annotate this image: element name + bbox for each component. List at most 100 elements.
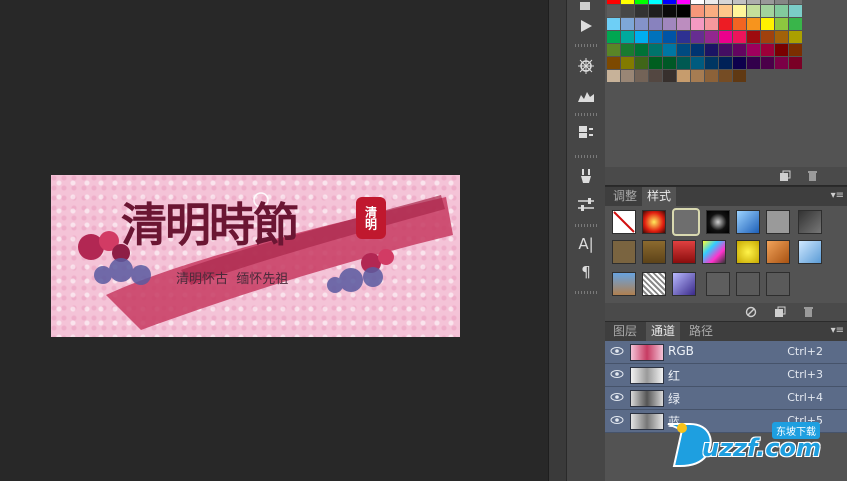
swatch-cell[interactable] — [789, 57, 802, 69]
tab-styles[interactable]: 样式 — [642, 187, 677, 206]
style-tile-selected[interactable] — [672, 208, 700, 236]
swatch-cell[interactable] — [635, 0, 648, 4]
swatch-cell[interactable] — [677, 70, 690, 82]
style-tile-pattern[interactable] — [642, 272, 666, 296]
swatch-cell[interactable] — [705, 18, 718, 30]
swatch-cell[interactable] — [705, 44, 718, 56]
histogram-icon[interactable] — [571, 84, 601, 108]
swatch-cell[interactable] — [747, 0, 760, 4]
trash-icon[interactable] — [801, 305, 815, 319]
adjust-sliders-icon[interactable] — [571, 193, 601, 217]
swatch-cell[interactable] — [677, 5, 690, 17]
swatch-cell[interactable] — [719, 5, 732, 17]
style-tile-orange[interactable] — [766, 240, 790, 264]
swatch-cell[interactable] — [635, 31, 648, 43]
swatch-cell[interactable] — [747, 18, 760, 30]
swatch-cell[interactable] — [607, 0, 620, 4]
swatch-cell[interactable] — [747, 57, 760, 69]
swatch-cell[interactable] — [607, 31, 620, 43]
swatch-cell[interactable] — [663, 5, 676, 17]
swatch-cell[interactable] — [775, 18, 788, 30]
swatch-cell[interactable] — [649, 5, 662, 17]
swatch-cell[interactable] — [761, 44, 774, 56]
swatch-cell[interactable] — [649, 18, 662, 30]
swatch-cell[interactable] — [621, 57, 634, 69]
swatch-cell[interactable] — [719, 70, 732, 82]
compass-icon[interactable] — [571, 54, 601, 78]
swatch-cell[interactable] — [705, 70, 718, 82]
canvas-area[interactable]: 清明時節 清明 清明怀古 缅怀先祖 — [0, 0, 548, 481]
style-tile-landscape[interactable] — [612, 272, 636, 296]
swatch-cell[interactable] — [649, 70, 662, 82]
swatch-cell[interactable] — [691, 18, 704, 30]
swatch-cell[interactable] — [733, 70, 746, 82]
swatch-cell[interactable] — [775, 57, 788, 69]
tab-layers[interactable]: 图层 — [608, 322, 642, 341]
eye-icon[interactable] — [610, 346, 624, 358]
eye-icon[interactable] — [610, 392, 624, 404]
swatch-cell[interactable] — [663, 57, 676, 69]
eye-icon[interactable] — [610, 415, 624, 427]
swatch-cell[interactable] — [635, 70, 648, 82]
style-tile-wood[interactable] — [642, 240, 666, 264]
swatch-cell[interactable] — [705, 31, 718, 43]
channel-row-green[interactable]: 绿 Ctrl+4 — [605, 387, 847, 410]
swatch-cell[interactable] — [649, 57, 662, 69]
swatch-cell[interactable] — [677, 18, 690, 30]
panel-menu-icon[interactable]: ▾≡ — [831, 325, 844, 336]
swatch-cell[interactable] — [705, 5, 718, 17]
swatch-cell[interactable] — [663, 18, 676, 30]
swatch-cell[interactable] — [621, 0, 634, 4]
style-tile-purple[interactable] — [672, 272, 696, 296]
swatch-cell[interactable] — [789, 5, 802, 17]
style-tile-empty-2[interactable] — [736, 272, 760, 296]
style-tile-gray[interactable] — [766, 210, 790, 234]
tab-channels[interactable]: 通道 — [646, 322, 681, 341]
swatch-cell[interactable] — [789, 31, 802, 43]
style-tile-dark[interactable] — [798, 210, 822, 234]
grip[interactable] — [575, 44, 597, 47]
character-icon[interactable]: A| — [571, 232, 601, 256]
swatch-cell[interactable] — [747, 31, 760, 43]
tab-adjustments[interactable]: 调整 — [608, 187, 642, 206]
grip[interactable] — [575, 113, 597, 116]
swatch-cell[interactable] — [705, 0, 718, 4]
style-tile-sky[interactable] — [798, 240, 822, 264]
swatch-cell[interactable] — [733, 0, 746, 4]
swatch-cell[interactable] — [607, 44, 620, 56]
swatch-cell[interactable] — [789, 0, 802, 4]
new-style-icon[interactable] — [773, 305, 787, 319]
swatch-cell[interactable] — [761, 18, 774, 30]
swatch-cell[interactable] — [635, 5, 648, 17]
swatch-cell[interactable] — [719, 18, 732, 30]
swatch-cell[interactable] — [761, 5, 774, 17]
grip[interactable] — [575, 224, 597, 227]
panel-menu-icon[interactable]: ▾≡ — [831, 190, 844, 201]
swatch-cell[interactable] — [719, 31, 732, 43]
eye-icon[interactable] — [610, 369, 624, 381]
style-tile-rainbow[interactable] — [702, 240, 726, 264]
swatch-cell[interactable] — [733, 44, 746, 56]
style-tile-red[interactable] — [672, 240, 696, 264]
swatch-cell[interactable] — [719, 44, 732, 56]
swatch-cell[interactable] — [705, 57, 718, 69]
swatch-cell[interactable] — [761, 57, 774, 69]
swatch-cell[interactable] — [761, 31, 774, 43]
style-tile-glow[interactable] — [642, 210, 666, 234]
swatch-cell[interactable] — [691, 31, 704, 43]
document-artboard[interactable]: 清明時節 清明 清明怀古 缅怀先祖 — [51, 175, 460, 337]
swatch-cell[interactable] — [733, 5, 746, 17]
swatch-cell[interactable] — [621, 18, 634, 30]
swatch-cell[interactable] — [649, 44, 662, 56]
swatch-cell[interactable] — [691, 5, 704, 17]
swatch-cell[interactable] — [635, 57, 648, 69]
style-tile-empty-3[interactable] — [766, 272, 790, 296]
new-swatch-icon[interactable] — [778, 169, 792, 183]
swatch-cell[interactable] — [607, 70, 620, 82]
style-tile-gold[interactable] — [736, 240, 760, 264]
swatch-cell[interactable] — [691, 57, 704, 69]
swatch-cell[interactable] — [691, 70, 704, 82]
swatch-cell[interactable] — [663, 0, 676, 4]
layer-comps-icon[interactable] — [571, 120, 601, 144]
swatch-cell[interactable] — [635, 44, 648, 56]
